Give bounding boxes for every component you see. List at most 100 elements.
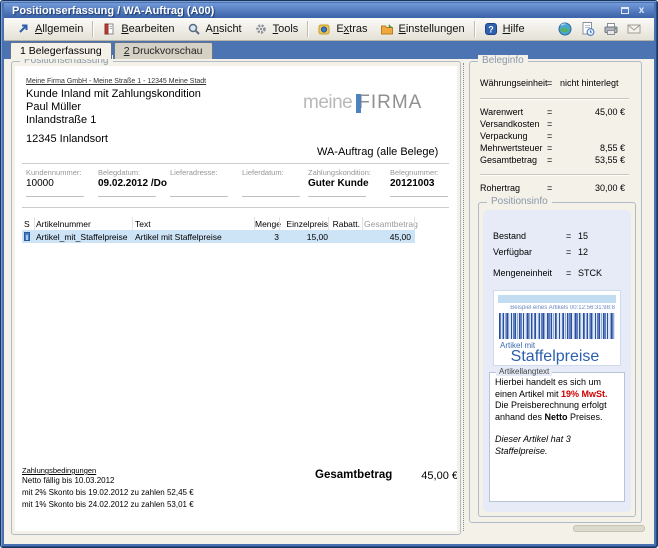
tab-strip: 1 Belegerfassung 2 Druckvorschau xyxy=(4,41,654,59)
beleginfo-row: Mehrwertsteuer = 8,55 € xyxy=(480,143,625,154)
menu-label: Tools xyxy=(273,23,299,35)
field-underline xyxy=(98,196,156,197)
cell-einzelpreis[interactable]: 15,00 xyxy=(281,232,328,242)
arrow-up-right-icon xyxy=(16,22,31,37)
field-label: Belegnummer: xyxy=(390,168,439,177)
menu-label: Einstellungen xyxy=(399,23,465,35)
field-label: Lieferadresse: xyxy=(170,168,218,177)
tab-label: 2 Druckvorschau xyxy=(124,45,203,57)
row-label: Gesamtbetrag xyxy=(480,155,537,165)
content-area: Positionserfassung Meine Firma GmbH - Me… xyxy=(4,59,654,544)
column-header-text[interactable]: Text xyxy=(135,219,253,229)
logo-text-meine: meine xyxy=(303,92,352,114)
field-underline xyxy=(242,196,300,197)
menu-tools[interactable]: Tools xyxy=(248,20,305,39)
equals-sign: = xyxy=(566,247,571,257)
close-window-button[interactable]: x xyxy=(635,5,648,17)
field-label: Kundennummer: xyxy=(26,168,81,177)
cell-gesamtbetrag[interactable]: 45,00 xyxy=(364,232,411,242)
zahlungskondition-field[interactable]: Guter Kunde xyxy=(308,178,369,189)
positionsinfo-panel: Bestand = 15 Verfügbar = 12 Mengeneinhei… xyxy=(483,210,631,512)
menu-label: Hilfe xyxy=(503,23,525,35)
menu-bearbeiten[interactable]: Bearbeiten xyxy=(96,20,180,39)
horizontal-scrollbar[interactable] xyxy=(573,525,645,532)
menu-label: Bearbeiten xyxy=(121,23,174,35)
restore-window-button[interactable] xyxy=(618,5,631,17)
belegdatum-field[interactable]: 09.02.2012 /Do xyxy=(98,178,167,189)
equals-sign: = xyxy=(547,131,552,141)
title-bar: Positionserfassung / WA-Auftrag (A00) x xyxy=(4,3,654,18)
menu-allgemein[interactable]: Allgemein xyxy=(10,20,89,39)
svg-text:?: ? xyxy=(488,24,494,34)
equals-sign: = xyxy=(547,78,552,88)
total-label: Gesamtbetrag xyxy=(315,469,392,481)
menu-einstellungen[interactable]: Einstellungen xyxy=(374,20,471,39)
row-value: nicht hinterlegt xyxy=(560,78,619,88)
article-image: Beispiel eines Artikels 00:12:56:31:98:8… xyxy=(493,290,621,366)
equals-sign: = xyxy=(566,231,571,241)
beleginfo-row: Gesamtbetrag = 53,55 € xyxy=(480,155,625,166)
payment-terms-line: mit 1% Skonto bis 24.02.2012 zu zahlen 5… xyxy=(22,500,194,509)
row-value: 53,55 € xyxy=(595,155,625,165)
artikellangtext-box: Artikellangtext Hierbei handelt es sich … xyxy=(489,372,625,502)
column-header-rabatt[interactable]: Rabatt. xyxy=(330,219,360,229)
article-row-icon xyxy=(24,232,30,241)
image-header-strip xyxy=(498,295,616,303)
menu-ansicht[interactable]: Ansicht xyxy=(181,20,248,39)
belegnummer-field[interactable]: 20121003 xyxy=(390,178,435,189)
divider xyxy=(22,163,449,164)
equals-sign: = xyxy=(547,155,552,165)
edit-book-icon xyxy=(102,22,117,37)
total-value: 45,00 € xyxy=(398,470,457,482)
column-header-einzelpreis[interactable]: Einzelpreis xyxy=(281,219,328,229)
settings-folder-icon xyxy=(380,22,395,37)
document-info-icon[interactable] xyxy=(580,21,596,37)
tab-druckvorschau[interactable]: 2 Druckvorschau xyxy=(114,42,213,59)
column-header-gesamtbetrag[interactable]: Gesamtbetrag xyxy=(364,219,411,229)
document-type: WA-Auftrag (alle Belege) xyxy=(317,146,438,158)
beleginfo-row: Warenwert = 45,00 € xyxy=(480,107,625,118)
printer-icon[interactable] xyxy=(603,21,619,37)
column-header-menge[interactable]: Menge xyxy=(255,219,279,229)
menu-bar: Allgemein Bearbeiten Ansicht Tools xyxy=(4,18,654,41)
row-label: Bestand xyxy=(493,231,526,241)
cell-artikelnummer[interactable]: Artikel_mit_Staffelpreise xyxy=(36,232,132,242)
magnifier-icon xyxy=(187,22,202,37)
row-label: Warenwert xyxy=(480,107,523,117)
row-value: 45,00 € xyxy=(595,107,625,117)
globe-icon[interactable] xyxy=(557,21,573,37)
cell-text[interactable]: Artikel mit Staffelpreise xyxy=(135,232,253,242)
groupbox-title: Positionsinfo xyxy=(487,196,552,207)
field-label: Zahlungskondition: xyxy=(308,168,371,177)
field-label: Lieferdatum: xyxy=(242,168,284,177)
field-underline xyxy=(308,196,366,197)
menu-hilfe[interactable]: ? Hilfe xyxy=(478,20,531,39)
recipient-street: Inlandstraße 1 xyxy=(26,114,96,126)
mwst-highlight: 19% MwSt. xyxy=(561,389,608,399)
row-label: Mengeneinheit xyxy=(493,268,552,278)
field-label: Belegdatum: xyxy=(98,168,140,177)
equals-sign: = xyxy=(547,107,552,117)
mail-icon[interactable] xyxy=(626,21,642,37)
column-header-artikelnummer[interactable]: Artikelnummer xyxy=(36,219,132,229)
equals-sign: = xyxy=(547,143,552,153)
company-logo: meine FIRMA xyxy=(303,92,422,114)
positionsinfo-row: Verfügbar = 12 xyxy=(493,247,532,258)
equals-sign: = xyxy=(547,183,552,193)
gear-icon xyxy=(254,22,269,37)
window-controls: x xyxy=(618,5,654,17)
tab-belegerfassung[interactable]: 1 Belegerfassung xyxy=(10,42,112,59)
row-value: STCK xyxy=(578,268,602,278)
column-header-s[interactable]: S xyxy=(24,219,34,229)
panel-splitter[interactable] xyxy=(463,63,464,531)
menu-label: Ansicht xyxy=(206,23,242,35)
row-label: Versandkosten xyxy=(480,119,540,129)
equals-sign: = xyxy=(566,268,571,278)
equals-sign: = xyxy=(547,119,552,129)
menu-separator xyxy=(307,21,308,37)
menu-extras[interactable]: Extras xyxy=(311,20,373,39)
menu-separator xyxy=(92,21,93,37)
cell-menge[interactable]: 3 xyxy=(255,232,279,242)
beleginfo-row: Verpackung = xyxy=(480,131,625,142)
kundennummer-field[interactable]: 10000 xyxy=(26,178,54,189)
